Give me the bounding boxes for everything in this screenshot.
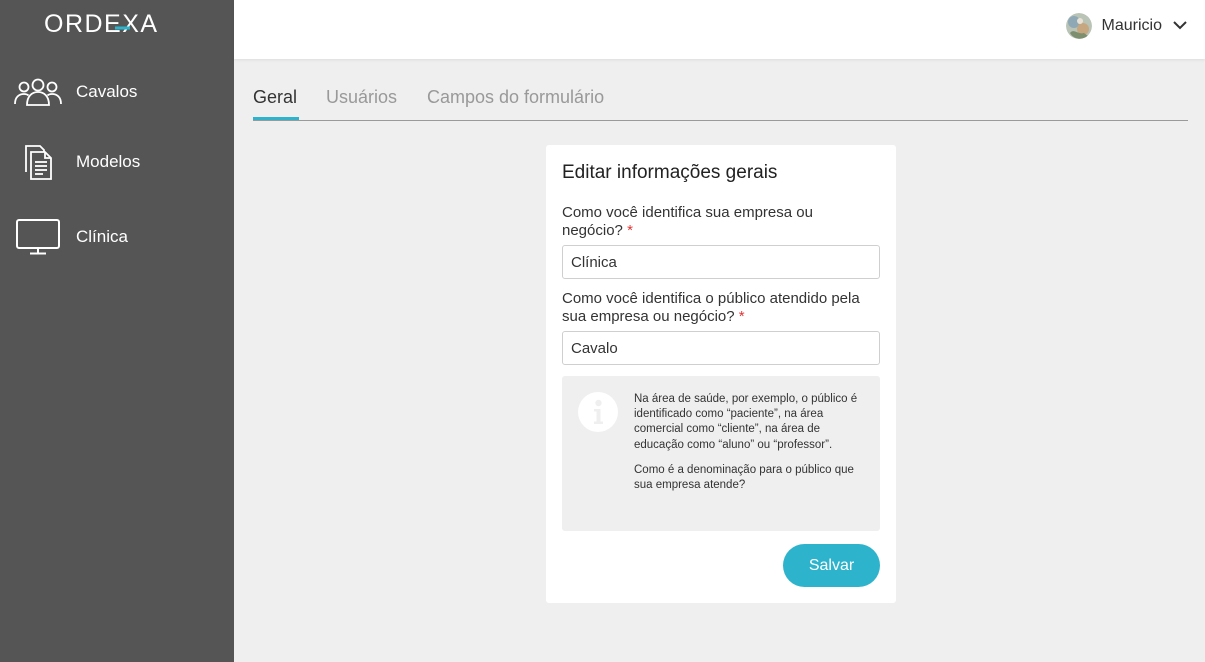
avatar[interactable] <box>1065 13 1092 39</box>
ordexa-logo[interactable]: ORDEXA <box>44 10 184 38</box>
required-mark: * <box>738 308 745 325</box>
company-identification-input[interactable] <box>562 245 880 279</box>
sidebar-item-label: Clínica <box>76 227 128 246</box>
info-text: Na área de saúde, por exemplo, o público… <box>634 392 866 493</box>
tab-bar: Geral Usuários Campos do formulário <box>253 82 1188 121</box>
info-paragraph: Como é a denominação para o público que … <box>634 463 854 492</box>
audience-identification-label: Como você identifica o público atendido … <box>562 290 862 326</box>
logo-text: ORDEXA <box>44 10 159 38</box>
sidebar-item-cavalos[interactable]: Cavalos <box>0 64 234 120</box>
user-name: Mauricio <box>1101 17 1162 34</box>
sidebar: ORDEXA Cavalos Modelos Clínica <box>0 0 234 662</box>
audience-identification-input[interactable] <box>562 331 880 365</box>
chevron-down-icon[interactable] <box>1172 17 1188 35</box>
tab-geral[interactable]: Geral <box>253 87 297 108</box>
save-button[interactable]: Salvar <box>783 544 880 587</box>
sidebar-item-label: Modelos <box>76 152 141 171</box>
active-tab-indicator <box>253 117 299 120</box>
general-info-card: Editar informações gerais Como você iden… <box>546 145 896 603</box>
top-header: Mauricio <box>234 0 1205 59</box>
sidebar-item-label: Cavalos <box>76 82 138 101</box>
documents-icon <box>0 142 76 182</box>
field-label-text: Como você identifica o público atendido … <box>562 290 860 325</box>
info-box: Na área de saúde, por exemplo, o público… <box>562 376 880 531</box>
user-menu[interactable]: Mauricio <box>1065 13 1188 39</box>
sidebar-item-modelos[interactable]: Modelos <box>0 134 234 190</box>
field-label-text: Como você identifica sua empresa ou negó… <box>562 204 813 239</box>
info-paragraph: Na área de saúde, por exemplo, o público… <box>634 393 858 451</box>
required-mark: * <box>627 222 633 239</box>
users-group-icon <box>0 77 76 107</box>
tab-usuarios[interactable]: Usuários <box>326 87 397 108</box>
sidebar-item-clinica[interactable]: Clínica <box>0 209 234 265</box>
monitor-icon <box>0 218 76 256</box>
logo-accent <box>115 26 130 30</box>
card-title: Editar informações gerais <box>562 162 778 183</box>
company-identification-label: Como você identifica sua empresa ou negó… <box>562 204 862 240</box>
tab-campos-do-formulario[interactable]: Campos do formulário <box>427 87 604 108</box>
info-icon <box>578 392 618 432</box>
